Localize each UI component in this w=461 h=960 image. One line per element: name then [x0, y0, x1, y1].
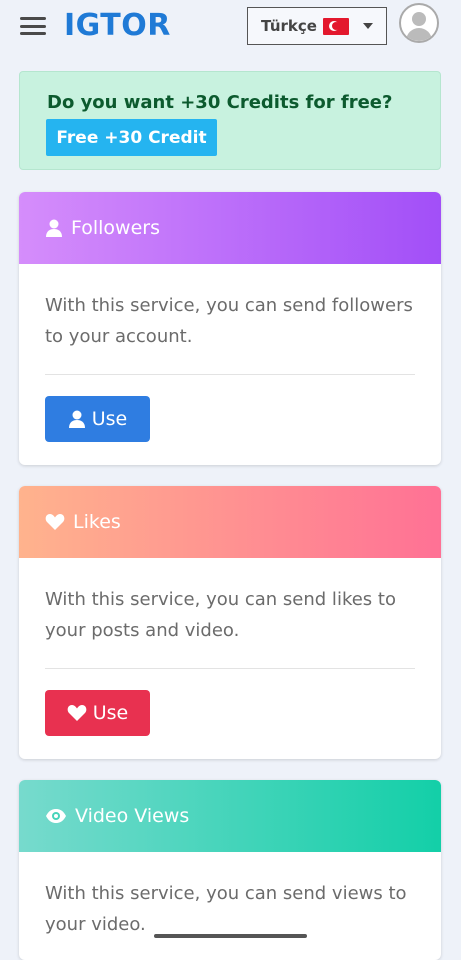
free-credit-button[interactable]: Free +30 Credit [46, 119, 217, 156]
free-credit-banner: Do you want +30 Credits for free? Free +… [19, 71, 441, 170]
card-title: Video Views [75, 805, 190, 827]
divider [45, 374, 415, 375]
turkey-flag-icon [322, 17, 349, 35]
divider [45, 668, 415, 669]
followers-card: Followers With this service, you can sen… [19, 192, 441, 465]
video-views-card: Video Views With this service, you can s… [19, 780, 441, 960]
heart-icon [45, 514, 65, 530]
user-avatar[interactable] [399, 3, 439, 43]
likes-card: Likes With this service, you can send li… [19, 486, 441, 759]
card-header: Likes [19, 486, 441, 558]
top-nav: IGTOR Türkçe [0, 0, 461, 52]
card-description: With this service, you can send likes to… [45, 589, 396, 641]
user-icon [68, 410, 85, 428]
use-button-label: Use [91, 408, 128, 430]
card-header: Followers [19, 192, 441, 264]
use-likes-button[interactable]: Use [45, 690, 150, 736]
language-label: Türkçe [261, 17, 317, 35]
promo-text: Do you want +30 Credits for free? [47, 92, 393, 113]
heart-icon [67, 705, 87, 721]
card-description: With this service, you can send follower… [45, 295, 413, 347]
chevron-down-icon [362, 23, 373, 29]
card-description: With this service, you can send views to… [45, 883, 407, 935]
use-followers-button[interactable]: Use [45, 396, 150, 442]
eye-icon [46, 809, 66, 823]
app-logo[interactable]: IGTOR [64, 8, 171, 43]
language-selector[interactable]: Türkçe [247, 7, 387, 45]
card-title: Likes [73, 511, 121, 533]
use-button-label: Use [92, 702, 129, 724]
card-title: Followers [71, 217, 160, 239]
home-indicator[interactable] [154, 934, 307, 938]
menu-icon[interactable] [20, 17, 46, 35]
card-header: Video Views [19, 780, 441, 852]
user-icon [46, 219, 62, 237]
